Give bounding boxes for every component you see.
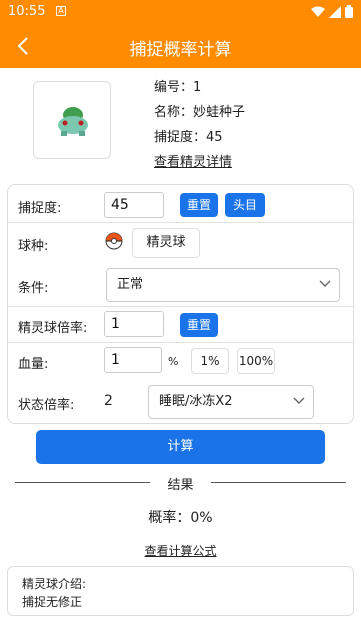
- condition-value: 正常: [117, 277, 144, 292]
- pokemon-detail-link[interactable]: 查看精灵详情: [154, 151, 232, 170]
- ball-intro-title: 精灵球介绍:: [22, 577, 87, 591]
- ball-multiplier-input[interactable]: 1: [104, 311, 164, 337]
- app-bar: 捕捉概率计算: [0, 24, 361, 68]
- chevron-down-icon: [319, 280, 331, 287]
- pokemon-catch-rate: 捕捉度：45: [154, 130, 223, 145]
- chevron-down-icon: [293, 397, 305, 404]
- catch-rate-input[interactable]: 45: [104, 192, 164, 218]
- divider: [7, 342, 354, 343]
- system-icons: [311, 5, 353, 18]
- hp-unit: %: [168, 355, 179, 368]
- catch-rate-label: 捕捉度:: [18, 201, 62, 216]
- condition-label: 条件:: [18, 281, 49, 296]
- boss-button[interactable]: 头目: [225, 193, 265, 217]
- bulbasaur-sprite-icon: [58, 107, 88, 136]
- hp-input[interactable]: 1: [104, 347, 162, 373]
- status-time: 10:55: [8, 4, 46, 19]
- status-bar: 10:55 A: [0, 0, 361, 24]
- status-multiplier-label: 状态倍率:: [18, 398, 75, 413]
- condition-select[interactable]: 正常: [106, 268, 340, 302]
- calculate-button[interactable]: 计算: [36, 430, 325, 464]
- hp-100-percent-button[interactable]: 100%: [237, 348, 275, 374]
- status-select-value: 睡眠/冰冻X2: [159, 394, 233, 409]
- catch-rate-reset-button[interactable]: 重置: [180, 193, 218, 217]
- ball-multiplier-reset-button[interactable]: 重置: [180, 313, 218, 337]
- ball-type-label: 球种:: [18, 239, 49, 254]
- hp-1-percent-button[interactable]: 1%: [191, 348, 229, 374]
- ball-intro-text: 捕捉无修正: [22, 595, 83, 609]
- page-title: 捕捉概率计算: [129, 40, 232, 60]
- ball-type-selector[interactable]: 精灵球: [132, 228, 200, 258]
- pokeball-icon: [105, 232, 123, 250]
- ball-multiplier-label: 精灵球倍率:: [18, 321, 88, 336]
- signal-icon: [329, 5, 341, 18]
- app-notification-icon: A: [56, 6, 66, 16]
- status-multiplier-value: 2: [104, 393, 113, 409]
- pokemon-name: 名称：妙蛙种子: [154, 105, 246, 120]
- status-select[interactable]: 睡眠/冰冻X2: [148, 385, 314, 419]
- battery-icon: [345, 5, 353, 18]
- formula-link[interactable]: 查看计算公式: [144, 544, 216, 558]
- divider: [7, 222, 354, 223]
- divider: [7, 306, 354, 307]
- hp-label: 血量:: [18, 357, 49, 372]
- pokemon-number: 编号：1: [154, 80, 202, 95]
- probability-text: 概率：0%: [148, 510, 213, 526]
- wifi-icon: [311, 6, 325, 17]
- formula-link-wrapper: 查看计算公式: [0, 542, 361, 559]
- result-title: 结果: [167, 478, 194, 493]
- pokemon-image: [33, 81, 111, 159]
- ball-intro-card: 精灵球介绍: 捕捉无修正: [7, 566, 354, 616]
